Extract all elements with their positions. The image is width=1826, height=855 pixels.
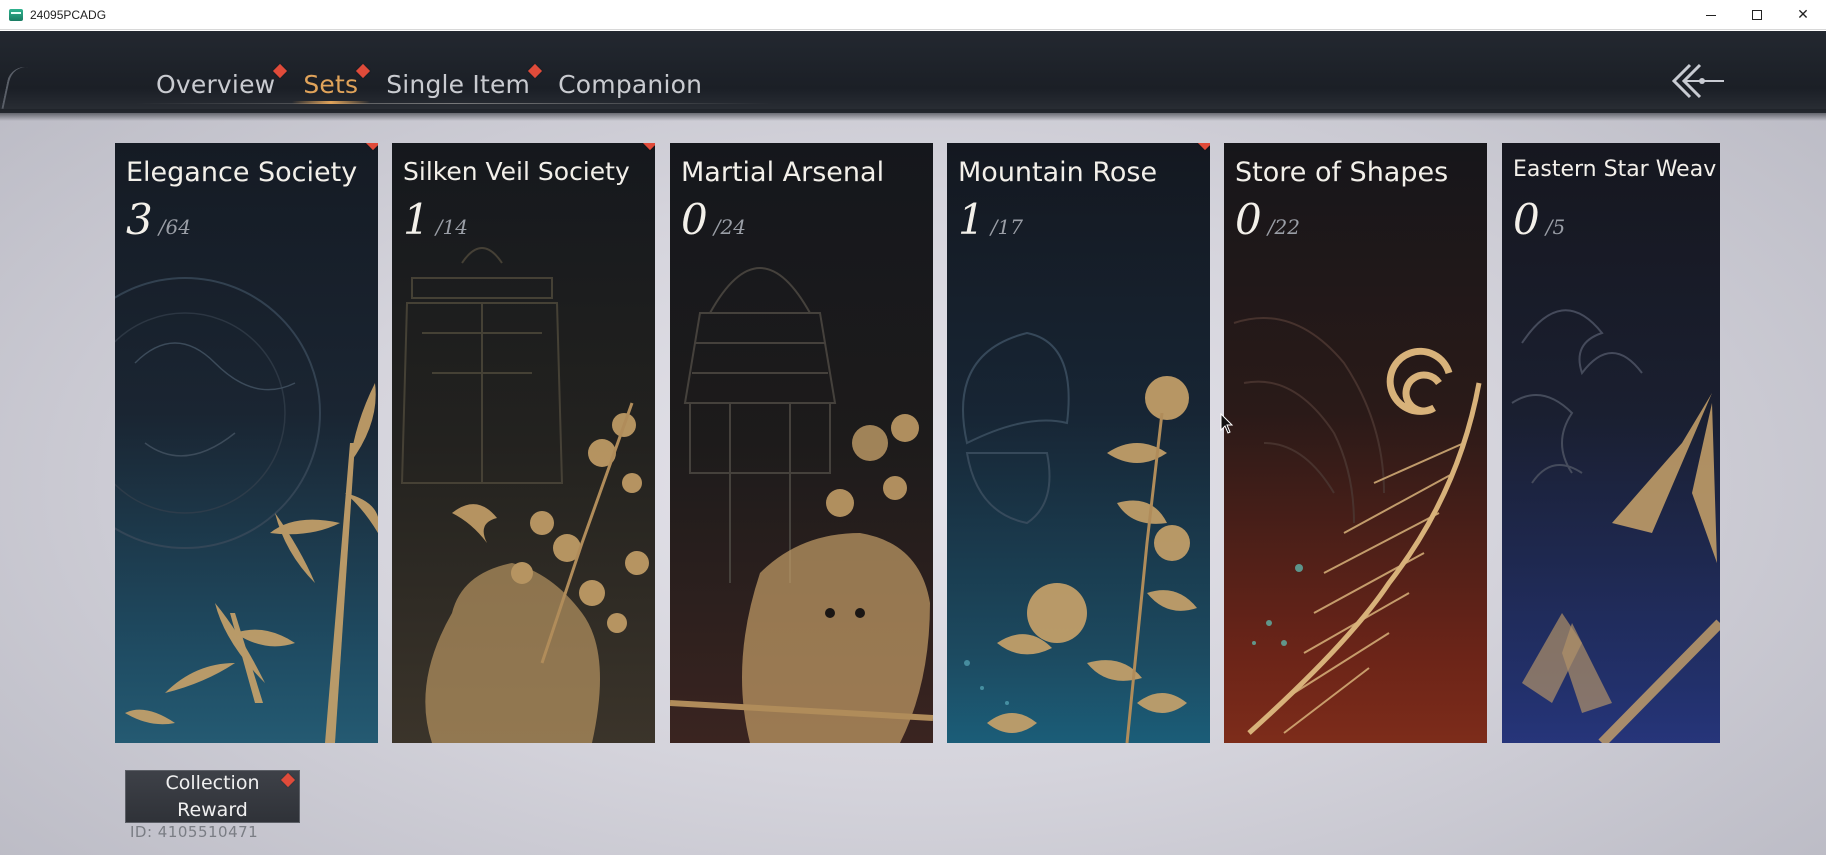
total-count: /24 (713, 215, 746, 239)
minimize-icon (1706, 14, 1716, 16)
close-button[interactable]: ✕ (1780, 0, 1826, 30)
collection-reward-button[interactable]: Collection Reward (125, 770, 300, 823)
tab-sets[interactable]: Sets (303, 63, 371, 105)
double-chevron-left-icon (1671, 63, 1724, 99)
game-viewport: Overview Sets Single Item Companion Eleg… (0, 31, 1826, 855)
owned-count: 0 (681, 195, 708, 244)
notification-badge (528, 63, 543, 79)
total-count: /64 (158, 215, 191, 239)
set-card-silken-veil-society[interactable]: Silken Veil Society 1/14 (392, 143, 655, 743)
owned-count: 3 (126, 195, 153, 244)
collection-reward-label: Collection Reward (165, 771, 260, 821)
mouse-cursor-icon (1220, 413, 1234, 434)
user-id-label: ID: 4105510471 (130, 823, 259, 841)
total-count: /17 (990, 215, 1023, 239)
app-icon (9, 8, 23, 21)
total-count: /5 (1545, 215, 1566, 239)
tab-bar: Overview Sets Single Item Companion (156, 61, 730, 105)
close-icon: ✕ (1797, 7, 1809, 23)
top-nav-bar: Overview Sets Single Item Companion (0, 31, 1826, 121)
tab-divider-line (135, 103, 775, 104)
set-name: Martial Arsenal (681, 157, 885, 188)
set-card-mountain-rose[interactable]: Mountain Rose 1/17 (947, 143, 1210, 743)
set-card-store-of-shapes[interactable]: Store of Shapes 0/22 (1224, 143, 1487, 743)
tab-label: Overview (156, 70, 276, 99)
set-progress: 1/14 (403, 195, 468, 244)
total-count: /22 (1267, 215, 1300, 239)
set-progress: 0/5 (1513, 195, 1565, 244)
owned-count: 0 (1513, 195, 1540, 244)
tab-overview[interactable]: Overview (156, 63, 288, 105)
window-titlebar: 24095PCADG ✕ (0, 0, 1826, 30)
set-card-elegance-society[interactable]: Elegance Society 3/64 (115, 143, 378, 743)
owned-count: 1 (403, 195, 430, 244)
notification-badge (273, 63, 288, 79)
tab-label: Companion (558, 70, 703, 99)
notification-badge (280, 772, 296, 788)
maximize-button[interactable] (1734, 0, 1780, 30)
tab-label: Sets (303, 70, 359, 99)
owned-count: 0 (1235, 195, 1262, 244)
brush-stroke-decoration (1, 63, 29, 113)
window-title: 24095PCADG (30, 7, 107, 22)
set-name: Silken Veil Society (403, 157, 630, 186)
back-button[interactable] (1668, 61, 1728, 101)
set-progress: 1/17 (958, 195, 1023, 244)
tab-companion[interactable]: Companion (558, 70, 702, 105)
set-card-eastern-star-weave[interactable]: Eastern Star Weav 0/5 (1502, 143, 1720, 743)
set-name: Eastern Star Weav (1513, 157, 1717, 182)
set-progress: 3/64 (126, 195, 191, 244)
owned-count: 1 (958, 195, 985, 244)
notification-badge (356, 63, 371, 79)
set-name: Elegance Society (126, 157, 358, 188)
tab-single-item[interactable]: Single Item (386, 63, 543, 105)
set-progress: 0/24 (681, 195, 746, 244)
set-card-martial-arsenal[interactable]: Martial Arsenal 0/24 (670, 143, 933, 743)
set-name: Mountain Rose (958, 157, 1158, 188)
minimize-button[interactable] (1688, 0, 1734, 30)
set-name: Store of Shapes (1235, 157, 1449, 188)
maximize-icon (1752, 10, 1762, 20)
tab-label: Single Item (386, 70, 531, 99)
total-count: /14 (435, 215, 468, 239)
set-progress: 0/22 (1235, 195, 1300, 244)
active-tab-indicator (292, 101, 370, 104)
